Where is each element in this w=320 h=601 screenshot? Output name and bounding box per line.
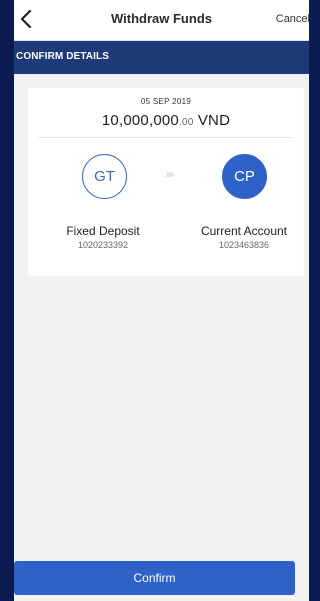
nav-bar: Withdraw Funds Cancel (14, 0, 309, 41)
from-account-number: 1020233392 (77, 240, 129, 250)
confirm-button[interactable]: Confirm (14, 561, 295, 595)
transfer-date: 05 SEP 2019 (140, 97, 192, 106)
from-account-name: Fixed Deposit (66, 224, 140, 238)
to-account-number: 1023463836 (218, 240, 270, 250)
transfer-amount: 10,000,000.00 VND (28, 112, 304, 129)
amount-decimal: .00 (178, 117, 194, 128)
section-header: CONFIRM DETAILS (14, 41, 309, 74)
withdraw-funds-screen: Withdraw Funds Cancel CONFIRM DETAILS 05… (14, 0, 309, 601)
transfer-arrows-icon: ›››› (165, 167, 175, 181)
to-account-name: Current Account (200, 224, 288, 238)
amount-currency: VND (197, 112, 231, 129)
amount-whole: 10,000,000 (101, 112, 179, 129)
cancel-button[interactable]: Cancel (276, 13, 309, 25)
section-title: CONFIRM DETAILS (16, 51, 109, 62)
transfer-summary-card: 05 SEP 2019 10,000,000.00 VND GT ›››› CP… (28, 88, 304, 276)
from-account-avatar: GT (82, 154, 127, 199)
divider (38, 137, 294, 138)
to-account-avatar: CP (222, 154, 267, 199)
page-title: Withdraw Funds (111, 11, 212, 26)
